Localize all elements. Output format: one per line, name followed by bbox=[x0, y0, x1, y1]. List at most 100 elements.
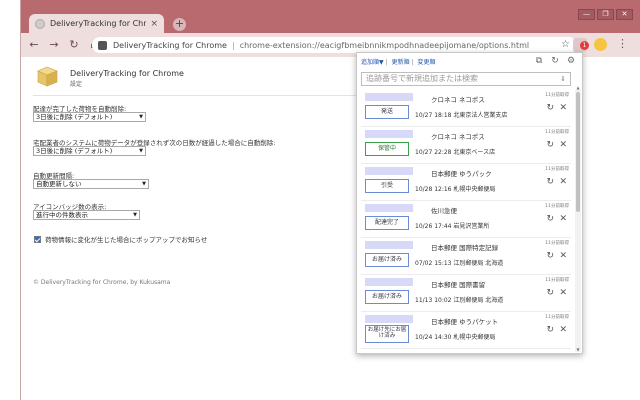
fetched-age: 11分前取得 bbox=[545, 204, 569, 209]
auto-delete-unregistered-select[interactable]: 3日後に削除 (デフォルト) ▼ bbox=[33, 146, 146, 156]
popup-notify-label: 荷物情報に変化が生じた場合にポップアップでお知らせ bbox=[45, 236, 208, 244]
carrier-name: 日本郵便 国際特定記録 bbox=[431, 244, 499, 252]
tracking-number-redacted bbox=[365, 204, 413, 212]
search-placeholder: 追跡番号で新規追加または検索 bbox=[366, 74, 478, 83]
download-icon[interactable]: ⇓ bbox=[560, 73, 566, 85]
fetched-age: 11分前取得 bbox=[545, 93, 569, 98]
tracking-item[interactable]: 配達完了 佐川急便 10/26 17:44 岩見沢営業所 11分前取得 ↻ ✕ bbox=[361, 202, 571, 238]
profile-avatar[interactable] bbox=[594, 38, 607, 51]
url-separator: | bbox=[231, 40, 235, 50]
gear-icon[interactable]: ⚙ bbox=[566, 56, 576, 66]
forward-icon[interactable]: → bbox=[47, 38, 61, 52]
chevron-down-icon: ▼ bbox=[142, 181, 146, 187]
status-detail: 10/27 22:28 北東京ベース店 bbox=[415, 149, 496, 156]
auto-update-interval-select[interactable]: 自動更新しない ▼ bbox=[33, 179, 149, 189]
status-detail: 10/26 17:44 岩見沢営業所 bbox=[415, 223, 490, 230]
refresh-icon[interactable]: ↻ bbox=[546, 251, 554, 261]
fetched-age: 11分前取得 bbox=[545, 315, 569, 320]
box-logo-icon bbox=[37, 66, 58, 87]
refresh-all-icon[interactable]: ↻ bbox=[550, 56, 560, 66]
tracking-number-redacted bbox=[365, 315, 413, 323]
delete-icon[interactable]: ✕ bbox=[559, 103, 567, 113]
sort-changed-link[interactable]: 変更順 bbox=[418, 59, 436, 66]
reload-icon[interactable]: ↻ bbox=[67, 38, 81, 52]
auto-delete-completed-select[interactable]: 3日後に削除 (デフォルト) ▼ bbox=[33, 112, 146, 122]
extension-popup: 追加順▼ | 更新順 | 変更順 ⧉ ↻ ⚙ 追跡番号で新規追加または検索 ⇓ 発送… bbox=[356, 52, 583, 354]
refresh-icon[interactable]: ↻ bbox=[546, 288, 554, 298]
copy-icon[interactable]: ⧉ bbox=[534, 56, 544, 66]
delete-icon[interactable]: ✕ bbox=[559, 140, 567, 150]
tracking-number-redacted bbox=[365, 278, 413, 286]
status-detail: 10/27 18:18 北東京法人営業支店 bbox=[415, 112, 508, 119]
popup-scrollbar[interactable]: ▲ ▼ bbox=[575, 85, 581, 352]
url-text: chrome-extension://eacigfbmeibnnikmpodhn… bbox=[239, 40, 530, 50]
status-badge: お届け先にお届け済み bbox=[365, 325, 409, 343]
sort-links: 追加順▼ | 更新順 | 変更順 bbox=[361, 59, 436, 66]
fetched-age: 11分前取得 bbox=[545, 278, 569, 283]
popup-notify-checkbox[interactable] bbox=[34, 235, 41, 243]
tracking-item[interactable]: お届け済み 日本郵便 国際特定記録 07/02 15:13 江別郵便局 北海道 … bbox=[361, 239, 571, 275]
tracking-item[interactable]: 引受 日本郵便 ゆうパック 10/28 12:16 札幌中央郵便局 11分前取得… bbox=[361, 165, 571, 201]
refresh-icon[interactable]: ↻ bbox=[546, 103, 554, 113]
icon-badge-value: 進行中の件数表示 bbox=[36, 211, 88, 219]
sort-added-link[interactable]: 追加順▼ bbox=[361, 59, 384, 66]
refresh-icon[interactable]: ↻ bbox=[546, 325, 554, 335]
tracking-item[interactable]: 発送 クロネコ ネコポス 10/27 18:18 北東京法人営業支店 11分前取… bbox=[361, 91, 571, 127]
sort-updated-link[interactable]: 更新順 bbox=[392, 59, 410, 66]
status-detail: 10/28 12:16 札幌中央郵便局 bbox=[415, 186, 496, 193]
tab-close-icon[interactable]: × bbox=[150, 19, 158, 29]
status-badge: 引受 bbox=[365, 179, 409, 193]
delete-icon[interactable]: ✕ bbox=[559, 288, 567, 298]
menu-kebab-icon[interactable]: ⋮ bbox=[617, 37, 628, 51]
minimize-button[interactable]: — bbox=[578, 9, 595, 20]
refresh-icon[interactable]: ↻ bbox=[546, 177, 554, 187]
address-bar[interactable]: DeliveryTracking for Chrome | chrome-ext… bbox=[92, 37, 577, 53]
tracking-item[interactable]: お届け先にお届け済み 日本郵便 ゆうパケット 10/24 14:30 札幌中央郵… bbox=[361, 313, 571, 349]
delete-icon[interactable]: ✕ bbox=[559, 251, 567, 261]
status-badge: お届け済み bbox=[365, 290, 409, 304]
scrollbar-thumb[interactable] bbox=[576, 92, 580, 212]
tracking-item[interactable]: 保管中 クロネコ ネコポス 10/27 22:28 北東京ベース店 11分前取得… bbox=[361, 128, 571, 164]
refresh-icon[interactable]: ↻ bbox=[546, 140, 554, 150]
popup-toolbar: ⧉ ↻ ⚙ bbox=[534, 56, 576, 66]
delete-icon[interactable]: ✕ bbox=[559, 177, 567, 187]
carrier-name: 日本郵便 ゆうパック bbox=[431, 170, 492, 178]
status-badge: 配達完了 bbox=[365, 216, 409, 230]
browser-tab[interactable]: DeliveryTracking for Chrome × bbox=[29, 14, 164, 33]
scroll-down-icon[interactable]: ▼ bbox=[575, 347, 581, 352]
delete-icon[interactable]: ✕ bbox=[559, 214, 567, 224]
scroll-up-icon[interactable]: ▲ bbox=[575, 85, 581, 90]
tracking-item[interactable]: お届け済み 日本郵便 国際書留 11/13 10:02 江別郵便局 北海道 11… bbox=[361, 276, 571, 312]
chevron-down-icon: ▼ bbox=[133, 212, 137, 218]
bookmark-star-icon[interactable]: ☆ bbox=[561, 39, 570, 50]
title-bar: DeliveryTracking for Chrome × + — ❐ ✕ bbox=[21, 0, 640, 33]
carrier-name: クロネコ ネコポス bbox=[431, 96, 485, 104]
chevron-down-icon: ▼ bbox=[139, 148, 143, 154]
status-detail: 10/24 14:30 札幌中央郵便局 bbox=[415, 334, 496, 341]
status-badge: 保管中 bbox=[365, 142, 409, 156]
status-detail: 11/13 10:02 江別郵便局 北海道 bbox=[415, 297, 504, 304]
page-subtitle: 設定 bbox=[70, 81, 83, 88]
new-tab-button[interactable]: + bbox=[173, 18, 186, 31]
tracking-number-redacted bbox=[365, 130, 413, 138]
auto-delete-completed-value: 3日後に削除 (デフォルト) bbox=[36, 113, 113, 121]
close-window-button[interactable]: ✕ bbox=[616, 9, 633, 20]
delivery-tracking-extension-button[interactable]: 1 bbox=[573, 38, 589, 52]
fetched-age: 11分前取得 bbox=[545, 241, 569, 246]
favicon-icon bbox=[35, 18, 45, 29]
site-name: DeliveryTracking for Chrome bbox=[113, 40, 227, 50]
page-title: DeliveryTracking for Chrome bbox=[70, 69, 184, 78]
tracking-number-redacted bbox=[365, 167, 413, 175]
carrier-name: 日本郵便 ゆうパケット bbox=[431, 318, 499, 326]
back-icon[interactable]: ← bbox=[27, 38, 41, 52]
icon-badge-select[interactable]: 進行中の件数表示 ▼ bbox=[33, 210, 140, 220]
extension-page-icon bbox=[98, 40, 107, 50]
tracking-number-redacted bbox=[365, 93, 413, 101]
header-divider bbox=[33, 95, 373, 96]
popup-notify-row: 荷物情報に変化が生じた場合にポップアップでお知らせ bbox=[34, 234, 207, 244]
maximize-button[interactable]: ❐ bbox=[597, 9, 614, 20]
tracking-search-input[interactable]: 追跡番号で新規追加または検索 ⇓ bbox=[361, 72, 571, 86]
delete-icon[interactable]: ✕ bbox=[559, 325, 567, 335]
refresh-icon[interactable]: ↻ bbox=[546, 214, 554, 224]
status-detail: 07/02 15:13 江別郵便局 北海道 bbox=[415, 260, 504, 267]
